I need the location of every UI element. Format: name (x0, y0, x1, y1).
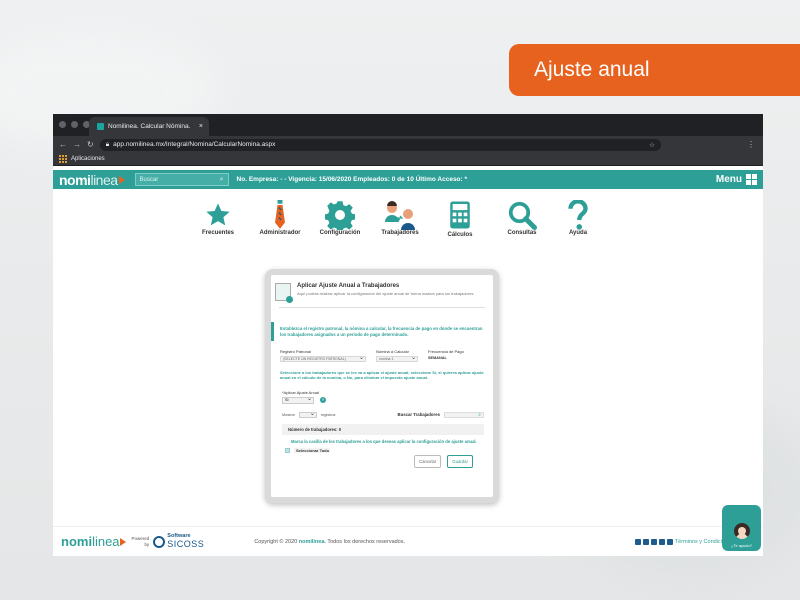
gear-icon (325, 201, 355, 230)
ajuste-anual-banner: Ajuste anual (509, 44, 800, 96)
favicon-icon (97, 123, 104, 130)
nav-frecuentes[interactable]: Frecuentes (183, 200, 253, 236)
tab-title: Nomilinea. Calcular Nómina. (108, 123, 191, 130)
lock-icon: 🔒︎ (105, 140, 110, 148)
instructions-text: Seleccione a los trabajadores que se les… (280, 370, 484, 381)
tab-close-icon[interactable]: × (199, 123, 203, 130)
menu-button[interactable]: Menu (716, 174, 757, 185)
nomina-select[interactable]: nomina 1 (376, 354, 418, 363)
worker-count: Número de trabajadores: 0 (282, 423, 484, 435)
select-all-checkbox[interactable] (285, 447, 290, 453)
footer-logo: nomi linea (61, 534, 126, 549)
dialog-subtitle: Aquí podrás realizar aplicar la configur… (297, 291, 475, 296)
url-text: app.nomilinea.mx/Integral/Nomina/Calcula… (113, 141, 276, 148)
nav-ayuda[interactable]: Ayuda (543, 200, 613, 236)
frecuencia-value: SEMANAL (428, 356, 447, 361)
buscar-trabajadores-input[interactable]: ⌕ (444, 411, 484, 418)
nav-calculos[interactable]: Cálculos (425, 200, 495, 238)
apps-icon[interactable] (59, 155, 67, 163)
registro-patronal-field: Registro Patronal (SELECTE ÚN REGISTRO P… (280, 349, 366, 363)
document-icon (275, 283, 293, 303)
people-icon (385, 201, 415, 230)
powered-by: Powered by (131, 536, 150, 547)
intro-section: Establezca el registro patronal, la nómi… (271, 322, 493, 342)
sicoss-logo: Software SICOSS (153, 534, 204, 549)
nomina-field: Nómina a Calcular nomina 1 (376, 349, 418, 363)
dialog-title: Aplicar Ajuste Anual a Trabajadores (297, 283, 400, 289)
bookmarks-bar: Aplicaciones (53, 153, 763, 166)
bookmark-star-icon[interactable]: ☆ (649, 141, 655, 149)
aplicar-ajuste-select[interactable]: Sí (282, 395, 314, 404)
address-bar[interactable]: 🔒︎ app.nomilinea.mx/Integral/Nomina/Calc… (99, 138, 661, 151)
forward-icon[interactable]: → (73, 140, 81, 149)
frecuencia-field: Frecuencia de Pago SEMANAL (428, 349, 478, 362)
sicoss-icon (153, 535, 166, 548)
reload-icon[interactable]: ↻ (87, 140, 94, 149)
divider (279, 307, 485, 308)
facebook-icon[interactable] (642, 538, 649, 545)
nomilinea-logo[interactable]: nomi linea (59, 172, 125, 188)
back-icon[interactable]: ← (59, 140, 67, 149)
question-icon (568, 200, 588, 230)
window-controls[interactable] (59, 121, 90, 128)
youtube-icon[interactable] (650, 538, 657, 545)
dialog-header: Aplicar Ajuste Anual a Trabajadores Aquí… (271, 275, 493, 303)
tie-icon (275, 200, 285, 229)
twitter-icon[interactable] (634, 538, 641, 545)
copyright: Copyright © 2020 nomilinea. Todos los de… (254, 538, 406, 545)
search-icon (508, 201, 537, 230)
app-search-input[interactable]: Buscar ⌕ (134, 173, 229, 186)
page-size-select[interactable] (298, 410, 317, 418)
apps-bookmark[interactable]: Aplicaciones (71, 156, 105, 162)
instagram-icon[interactable] (658, 538, 665, 545)
star-icon (206, 203, 230, 226)
browser-menu-icon[interactable]: ⋮ (747, 140, 755, 149)
browser-tab-bar: Nomilinea. Calcular Nómina. × (53, 114, 763, 136)
table-controls: Mostrar registros Buscar Trabajadores ⌕ (271, 404, 493, 418)
search-icon[interactable]: ⌕ (220, 176, 224, 184)
select-all-label: Seleccionar Todo (296, 447, 330, 453)
browser-window: Nomilinea. Calcular Nómina. × ← → ↻ 🔒︎ a… (53, 114, 763, 556)
calculator-icon (450, 201, 470, 229)
ajuste-anual-dialog: Aplicar Ajuste Anual a Trabajadores Aquí… (265, 269, 499, 503)
app-header: nomi linea Buscar ⌕ No. Empresa: - - Vige… (53, 170, 763, 189)
save-button[interactable]: Guardar (447, 454, 473, 468)
aplicar-ajuste-field: *Aplicar Ajuste Anual Sí ? (271, 381, 493, 404)
grid-icon (746, 174, 757, 185)
help-icon[interactable]: ? (320, 397, 326, 404)
company-info: No. Empresa: - - Vigencia: 15/06/2020 Em… (236, 176, 468, 183)
assistant-button[interactable]: ¿Te ayudo? (722, 505, 761, 551)
assistant-avatar-icon (733, 523, 750, 539)
select-hint: Marca la casilla de los trabajadores a l… (291, 438, 477, 444)
linkedin-icon[interactable] (666, 538, 673, 545)
main-nav: Frecuentes Administrador Configuración T… (53, 200, 763, 240)
dialog-actions: Cancelar Guardar (271, 453, 493, 468)
browser-toolbar: ← → ↻ 🔒︎ app.nomilinea.mx/Integral/Nomin… (53, 136, 763, 153)
registro-patronal-select[interactable]: (SELECTE ÚN REGISTRO PATRONAL) (280, 354, 366, 363)
app-footer: nomi linea Powered by Software SICOSS Cop… (53, 526, 763, 556)
filter-row: Registro Patronal (SELECTE ÚN REGISTRO P… (271, 341, 493, 363)
cancel-button[interactable]: Cancelar (414, 454, 442, 468)
browser-tab[interactable]: Nomilinea. Calcular Nómina. × (89, 117, 209, 136)
